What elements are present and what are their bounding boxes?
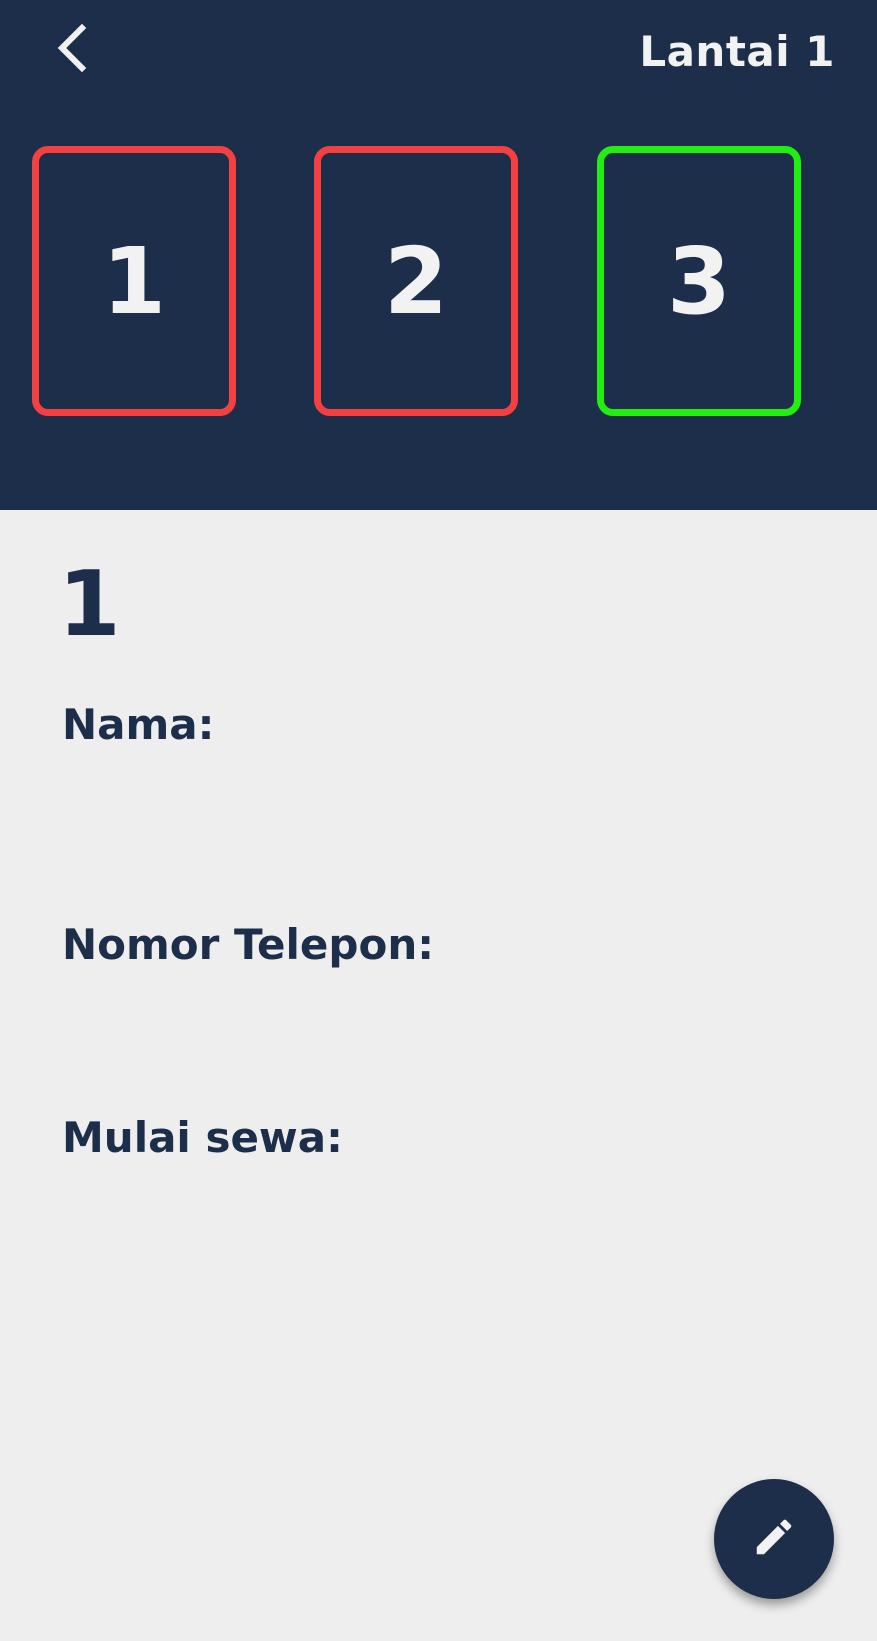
selected-room-number: 1 (58, 552, 121, 657)
page-title: Lantai 1 (639, 27, 835, 76)
room-card-label: 2 (383, 227, 448, 335)
detail-panel (0, 510, 877, 1641)
edit-button[interactable] (714, 1479, 834, 1599)
pencil-icon (751, 1514, 797, 1564)
start-date-label: Mulai sewa: (62, 1113, 343, 1162)
room-card-2[interactable]: 2 (314, 146, 518, 416)
name-label: Nama: (62, 700, 215, 749)
back-button[interactable] (42, 20, 102, 80)
chevron-left-icon (52, 22, 92, 78)
room-card-label: 1 (101, 227, 166, 335)
room-card-label: 3 (666, 227, 731, 335)
room-card-1[interactable]: 1 (32, 146, 236, 416)
phone-label: Nomor Telepon: (62, 920, 435, 969)
room-card-3[interactable]: 3 (597, 146, 801, 416)
